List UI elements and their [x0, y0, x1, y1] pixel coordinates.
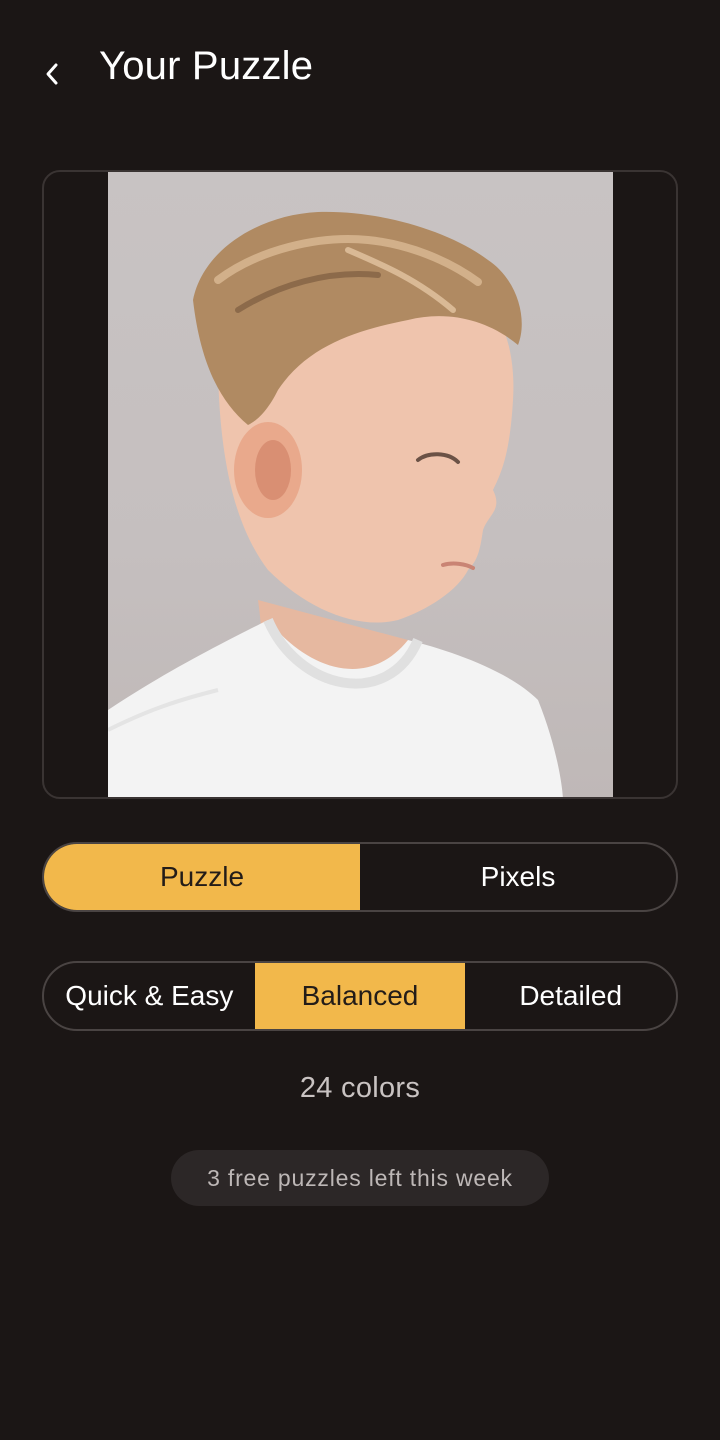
detail-level-toggle: Quick & Easy Balanced Detailed [42, 961, 678, 1031]
colors-count: 24 colors [299, 1072, 421, 1104]
header: Your Puzzle [0, 40, 720, 104]
page-title: Your Puzzle [99, 44, 314, 88]
detail-option-detailed[interactable]: Detailed [465, 963, 676, 1029]
mode-option-puzzle[interactable]: Puzzle [44, 844, 360, 910]
chevron-left-icon [46, 63, 58, 85]
mode-toggle: Puzzle Pixels [42, 842, 678, 912]
portrait-illustration [108, 211, 563, 797]
detail-option-balanced[interactable]: Balanced [254, 963, 466, 1029]
puzzle-screen: Your Puzzle Puzzle Pixels Quick & Easy B… [0, 0, 720, 1440]
preview-photo [108, 172, 613, 797]
detail-option-quick-easy[interactable]: Quick & Easy [44, 963, 255, 1029]
back-button[interactable] [34, 54, 70, 94]
free-puzzles-badge: 3 free puzzles left this week [171, 1150, 549, 1206]
puzzle-preview [42, 170, 678, 799]
mode-option-pixels[interactable]: Pixels [360, 844, 676, 910]
